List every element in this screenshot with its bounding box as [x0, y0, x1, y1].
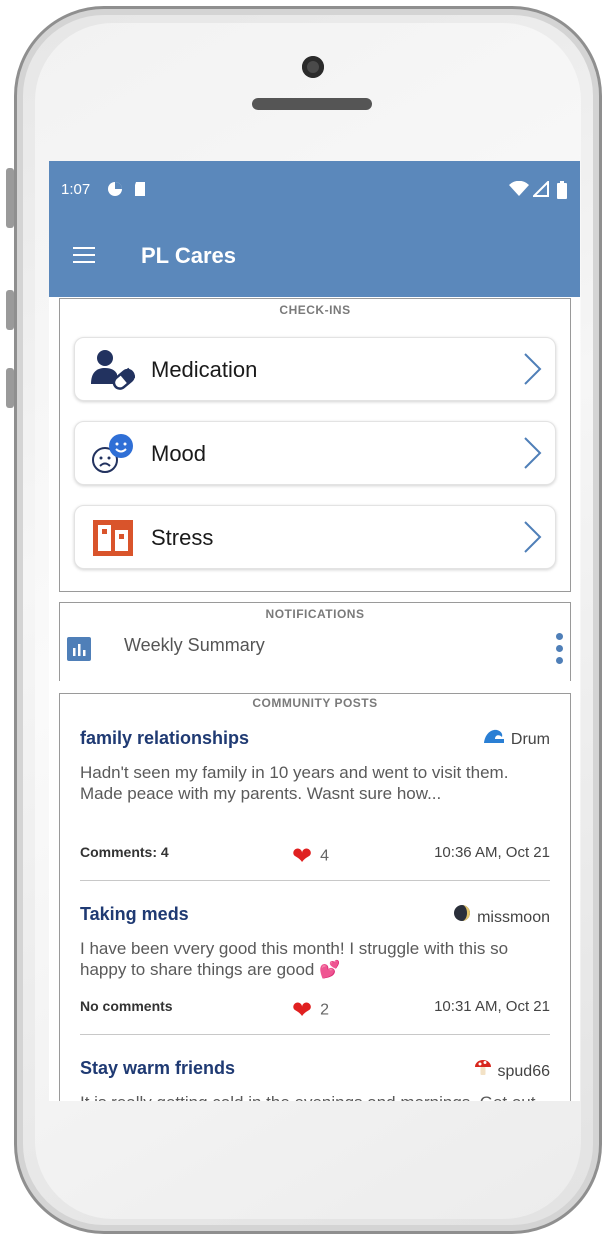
post-comments[interactable]: No comments — [80, 998, 173, 1014]
chevron-right-icon — [524, 353, 542, 385]
post-body: It is really getting cold in the evening… — [80, 1092, 550, 1101]
moon-icon — [453, 904, 471, 927]
community-section-label: COMMUNITY POSTS — [252, 696, 378, 710]
checkins-card: CHECK-INS Medication Mood Stress — [59, 298, 571, 592]
post-time: 10:31 AM, Oct 21 — [434, 998, 550, 1015]
app-title: PL Cares — [141, 243, 236, 268]
sd-card-icon — [133, 181, 147, 200]
post-divider — [80, 880, 550, 881]
front-camera — [302, 56, 324, 78]
post-item[interactable]: family relationships Drum Hadn't seen my… — [80, 728, 550, 878]
post-time: 10:36 AM, Oct 21 — [434, 844, 550, 861]
notifications-card: NOTIFICATIONS Weekly Summary — [59, 602, 571, 681]
checkin-label: Medication — [151, 357, 258, 382]
battery-icon — [557, 181, 567, 202]
checkin-mood[interactable]: Mood — [74, 421, 556, 485]
medication-person-pill-icon — [91, 350, 135, 390]
app-screen: 1:07 PL Cares CHECK-INS Medication Mood … — [49, 161, 580, 1101]
heart-icon: ❤ — [292, 843, 313, 870]
earpiece-speaker — [252, 98, 372, 110]
post-body: I have been vvery good this month! I str… — [80, 939, 509, 979]
stress-box-icon — [93, 520, 133, 556]
post-meta: Comments: 4 ❤ 4 10:36 AM, Oct 21 — [80, 842, 550, 871]
hamburger-menu-icon[interactable] — [73, 247, 95, 263]
wifi-icon — [509, 180, 529, 200]
mood-faces-icon — [92, 434, 133, 473]
like-count: 4 — [320, 847, 330, 865]
post-meta: No comments ❤ 2 10:31 AM, Oct 21 — [80, 996, 550, 1025]
post-author: spud66 — [474, 1058, 551, 1081]
side-button-volume-up — [6, 168, 14, 228]
checkin-label: Stress — [151, 525, 214, 550]
post-comments[interactable]: Comments: 4 — [80, 844, 169, 860]
side-button-volume-down — [6, 290, 14, 330]
notifications-section-label: NOTIFICATIONS — [265, 607, 365, 621]
chevron-right-icon — [524, 437, 542, 469]
status-time: 1:07 — [61, 181, 91, 198]
post-title[interactable]: Stay warm friends — [80, 1058, 235, 1079]
pie-chart-icon — [107, 181, 123, 200]
checkin-label: Mood — [151, 441, 207, 466]
signal-icon — [531, 179, 549, 200]
community-posts-card: COMMUNITY POSTS family relationships Dru… — [59, 693, 571, 1101]
phone-chin — [30, 1102, 570, 1212]
bar-chart-icon — [67, 637, 91, 661]
chevron-right-icon — [524, 521, 542, 553]
post-item[interactable]: Taking meds missmoon I have been vvery g… — [80, 904, 550, 1034]
app-bar: PL Cares — [49, 215, 580, 297]
heart-icon: ❤ — [292, 997, 313, 1024]
post-author: missmoon — [453, 904, 550, 927]
wave-icon — [483, 728, 505, 749]
post-divider — [80, 1034, 550, 1035]
checkins-section-label: CHECK-INS — [279, 303, 351, 317]
like-count: 2 — [320, 1001, 330, 1019]
post-body: Hadn't seen my family in 10 years and we… — [80, 763, 509, 803]
checkin-medication[interactable]: Medication — [74, 337, 556, 401]
post-author-name: spud66 — [497, 1063, 551, 1080]
post-title[interactable]: Taking meds — [80, 904, 189, 925]
status-bar: 1:07 — [49, 161, 580, 215]
post-title[interactable]: family relationships — [80, 728, 249, 749]
post-author: Drum — [483, 728, 550, 749]
more-options-icon[interactable] — [556, 633, 564, 667]
post-author-name: missmoon — [477, 909, 550, 926]
post-author-name: Drum — [510, 731, 550, 748]
post-likes[interactable]: ❤ 2 — [292, 996, 329, 1025]
post-item[interactable]: Stay warm friends spud66 It is really ge… — [80, 1058, 550, 1101]
post-likes[interactable]: ❤ 4 — [292, 842, 329, 871]
side-button-power — [6, 368, 14, 408]
checkin-stress[interactable]: Stress — [74, 505, 556, 569]
weekly-summary-label[interactable]: Weekly Summary — [124, 635, 265, 656]
mushroom-icon — [474, 1058, 492, 1081]
